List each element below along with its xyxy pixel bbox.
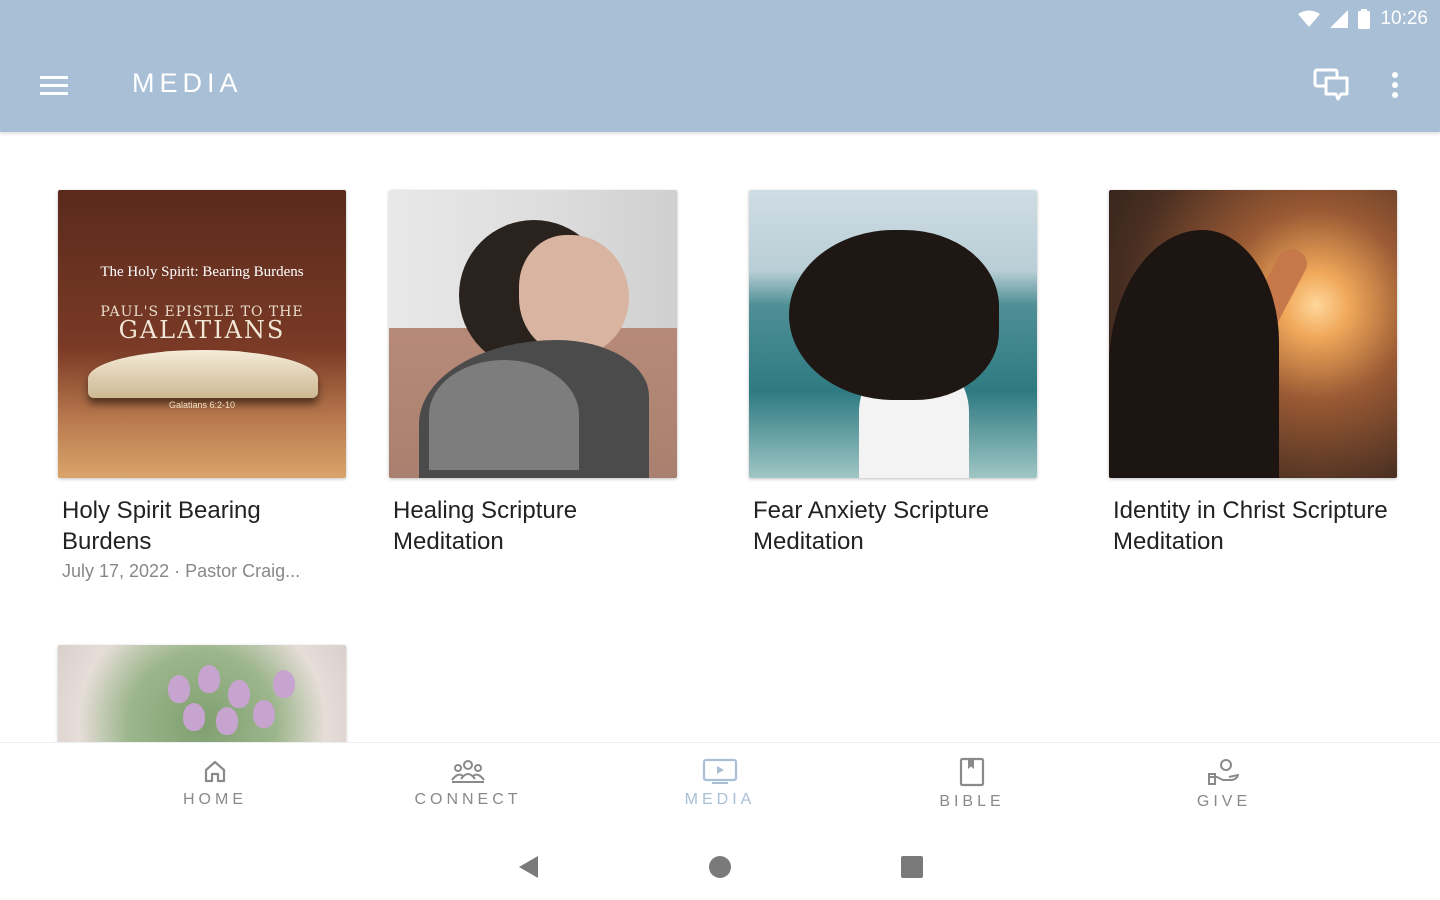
system-recents-button[interactable] <box>897 852 927 882</box>
nav-label: GIVE <box>1196 793 1252 810</box>
thumb-text: Galatians 6:2-10 <box>168 400 236 410</box>
media-card-flowers[interactable] <box>58 645 348 745</box>
status-icons: 10:26 <box>1298 8 1428 30</box>
media-title: Fear Anxiety Scripture Meditation <box>753 497 990 555</box>
system-navigation-bar <box>0 834 1440 900</box>
media-thumbnail: The Holy Spirit: Bearing Burdens PAUL'S … <box>58 190 346 478</box>
give-icon <box>1208 759 1239 785</box>
home-icon <box>204 760 226 783</box>
media-thumbnail <box>389 190 677 478</box>
chat-button[interactable] <box>1312 66 1352 104</box>
more-options-button[interactable] <box>1382 66 1408 104</box>
media-thumbnail <box>1109 190 1397 478</box>
media-thumbnail <box>58 645 346 745</box>
nav-media[interactable]: MEDIA <box>630 757 810 809</box>
media-card-holy-spirit[interactable]: The Holy Spirit: Bearing Burdens PAUL'S … <box>58 190 348 582</box>
cell-signal-icon <box>1330 10 1349 28</box>
back-icon <box>519 856 538 878</box>
media-card-fear-anxiety[interactable]: Fear Anxiety Scripture Meditation <box>749 190 1039 557</box>
more-vert-icon <box>1392 72 1398 98</box>
system-home-button[interactable] <box>705 852 735 882</box>
menu-icon <box>40 76 68 95</box>
home-circle-icon <box>709 856 731 878</box>
chat-icon <box>1313 68 1349 101</box>
nav-bible[interactable]: BIBLE <box>882 757 1062 811</box>
nav-label: BIBLE <box>939 793 1005 810</box>
group-icon <box>451 760 485 783</box>
nav-connect[interactable]: CONNECT <box>378 757 558 809</box>
media-title: Healing Scripture Meditation <box>393 497 578 555</box>
menu-button[interactable] <box>38 70 70 102</box>
thumb-text: The Holy Spirit: Bearing Burdens <box>100 264 304 280</box>
nav-label: MEDIA <box>684 791 756 808</box>
open-bible-image <box>88 350 318 398</box>
media-card-healing[interactable]: Healing Scripture Meditation <box>389 190 679 557</box>
media-thumbnail <box>749 190 1037 478</box>
nav-label: CONNECT <box>414 791 522 808</box>
nav-home[interactable]: HOME <box>125 757 305 809</box>
media-title: Holy Spirit Bearing Burdens <box>62 497 261 555</box>
media-icon <box>702 758 738 784</box>
media-subtitle: July 17, 2022 · Pastor Craig... <box>62 561 301 581</box>
nav-label: HOME <box>183 791 247 808</box>
nav-give[interactable]: GIVE <box>1134 757 1314 811</box>
wifi-icon <box>1298 10 1321 27</box>
bottom-navigation: HOME CONNECT MEDIA BIBLE GIVE <box>0 742 1440 835</box>
status-bar: 10:26 <box>0 0 1440 40</box>
system-back-button[interactable] <box>514 852 544 882</box>
battery-icon <box>1358 9 1371 29</box>
thumb-text: GALATIANS <box>118 316 286 344</box>
page-title: MEDIA <box>132 68 243 98</box>
media-card-identity[interactable]: Identity in Christ Scripture Meditation <box>1109 190 1399 557</box>
recents-icon <box>901 856 923 878</box>
book-icon <box>959 757 985 787</box>
media-title: Identity in Christ Scripture Meditation <box>1113 497 1388 555</box>
app-bar: MEDIA <box>0 40 1440 132</box>
status-time: 10:26 <box>1380 8 1428 29</box>
